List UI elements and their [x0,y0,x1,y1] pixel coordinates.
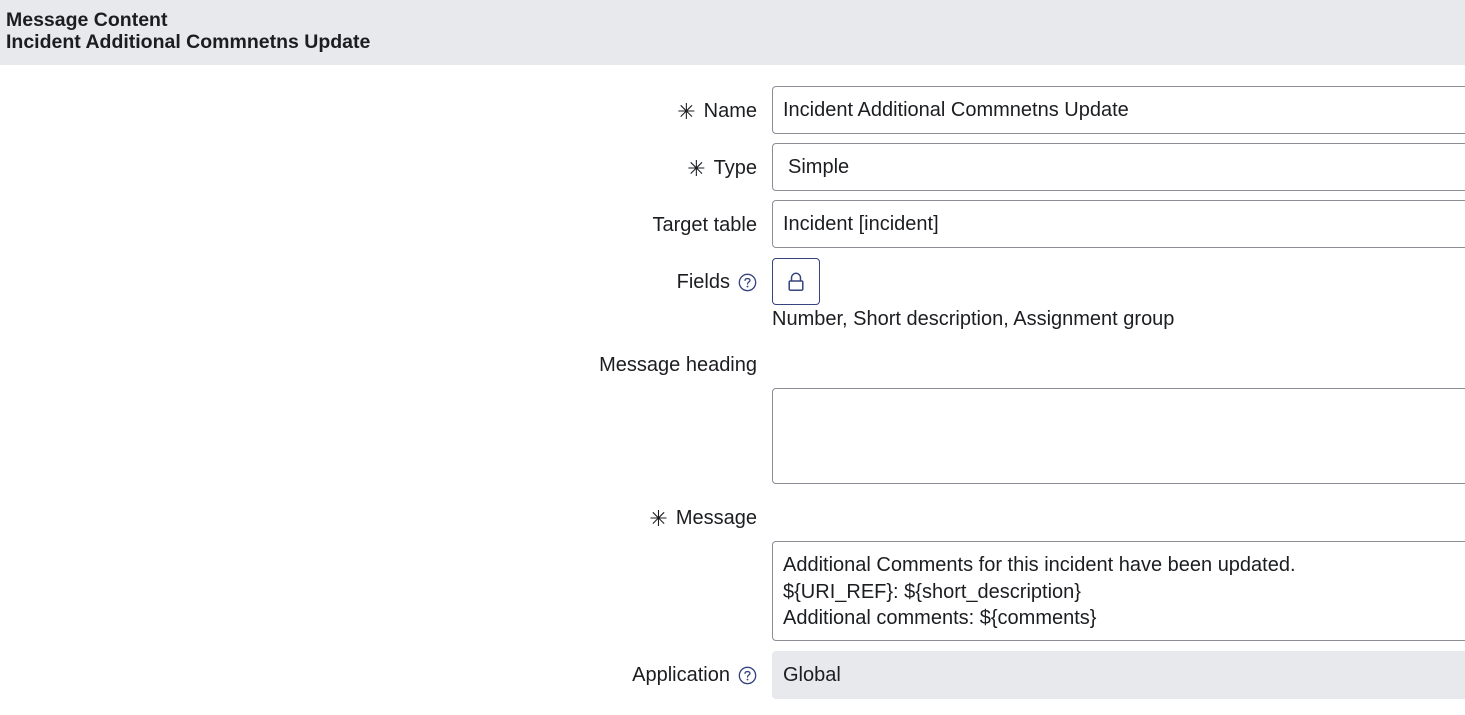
message-label-text: Message [675,507,757,529]
name-value: Incident Additional Commnetns Update [783,98,1129,121]
unlock-fields-button[interactable] [772,258,820,305]
type-label: ✳ Type [687,156,757,181]
required-asterisk-icon: ✳ [677,99,696,124]
application-label: Application [632,663,757,687]
help-circle-icon[interactable] [738,273,757,292]
type-select[interactable]: Simple [772,143,1465,191]
name-input[interactable]: Incident Additional Commnetns Update [772,86,1465,134]
type-label-text: Type [713,157,757,179]
section-title: Message Content [6,9,168,31]
type-value: Simple [788,155,850,178]
required-asterisk-icon: ✳ [649,506,668,531]
message-line: ${URI_REF}: ${short_description} [783,580,1081,603]
lock-icon [788,272,804,291]
message-heading-label-text: Message heading [599,354,757,376]
name-label-text: Name [703,100,757,122]
application-readonly-field: Global [772,651,1465,699]
application-value: Global [783,663,841,686]
message-heading-textarea[interactable] [772,388,1465,484]
target-table-label-text: Target table [652,214,757,236]
message-line: Additional Comments for this incident ha… [783,554,1296,576]
required-asterisk-icon: ✳ [687,156,706,181]
message-line: Additional comments: ${comments} [783,607,1097,629]
name-label: ✳ Name [677,99,757,124]
help-circle-icon[interactable] [738,666,757,685]
application-label-text: Application [632,664,730,686]
fields-label-text: Fields [676,271,730,293]
target-table-label: Target table [652,213,757,237]
target-table-input[interactable]: Incident [incident] [772,200,1465,248]
fields-label: Fields [677,270,757,294]
record-title: Incident Additional Commnetns Update [6,31,371,53]
section-header: Message Content Incident Additional Comm… [0,0,1465,65]
message-textarea[interactable]: Additional Comments for this incident ha… [772,541,1465,641]
message-heading-label: Message heading [599,353,757,377]
fields-value: Number, Short description, Assignment gr… [772,308,1175,330]
message-label: ✳ Message [649,506,757,531]
target-table-value: Incident [incident] [783,212,939,235]
